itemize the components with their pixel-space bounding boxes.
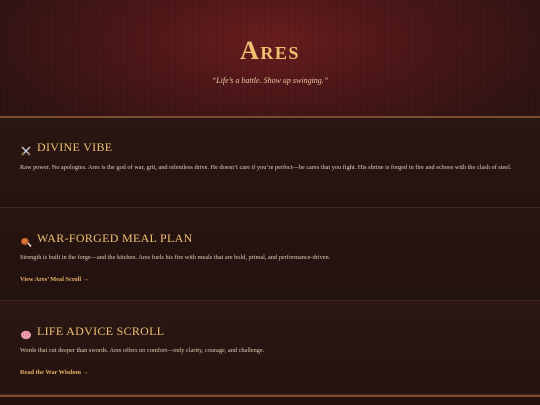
section-heading: LIFE ADVICE SCROLL (20, 324, 164, 339)
section-heading: WAR-FORGED MEAL PLAN (20, 231, 193, 247)
page: Ares “Life’s a battle. Show up swinging.… (0, 0, 540, 405)
section-title: LIFE ADVICE SCROLL (37, 324, 165, 338)
war-wisdom-link[interactable]: Read the War Wisdom → (20, 369, 89, 376)
section-description: Words that cut deeper than swords. Ares … (20, 347, 265, 354)
hero-tagline: “Life’s a battle. Show up swinging.” (211, 76, 329, 85)
meal-scroll-link[interactable]: View Ares’ Meal Scroll → (20, 276, 89, 283)
section-title: DIVINE VIBE (37, 140, 113, 154)
crossed-swords-icon (20, 142, 32, 156)
hero-banner: Ares “Life’s a battle. Show up swinging.… (0, 0, 540, 118)
page-title: Ares (240, 36, 300, 65)
section-divine-vibe: DIVINE VIBE Raw power. No apologies. Are… (0, 118, 540, 208)
meat-on-bone-icon (20, 233, 32, 247)
section-title: WAR-FORGED MEAL PLAN (37, 231, 193, 245)
section-description: Raw power. No apologies. Ares is the god… (20, 164, 512, 171)
section-life-advice: LIFE ADVICE SCROLL Words that cut deeper… (0, 301, 540, 395)
footer (0, 397, 540, 405)
section-description: Strength is built in the forge—and the k… (20, 254, 331, 261)
brain-icon (20, 326, 32, 339)
section-heading: DIVINE VIBE (20, 140, 113, 156)
section-meal-plan: WAR-FORGED MEAL PLAN Strength is built i… (0, 208, 540, 301)
